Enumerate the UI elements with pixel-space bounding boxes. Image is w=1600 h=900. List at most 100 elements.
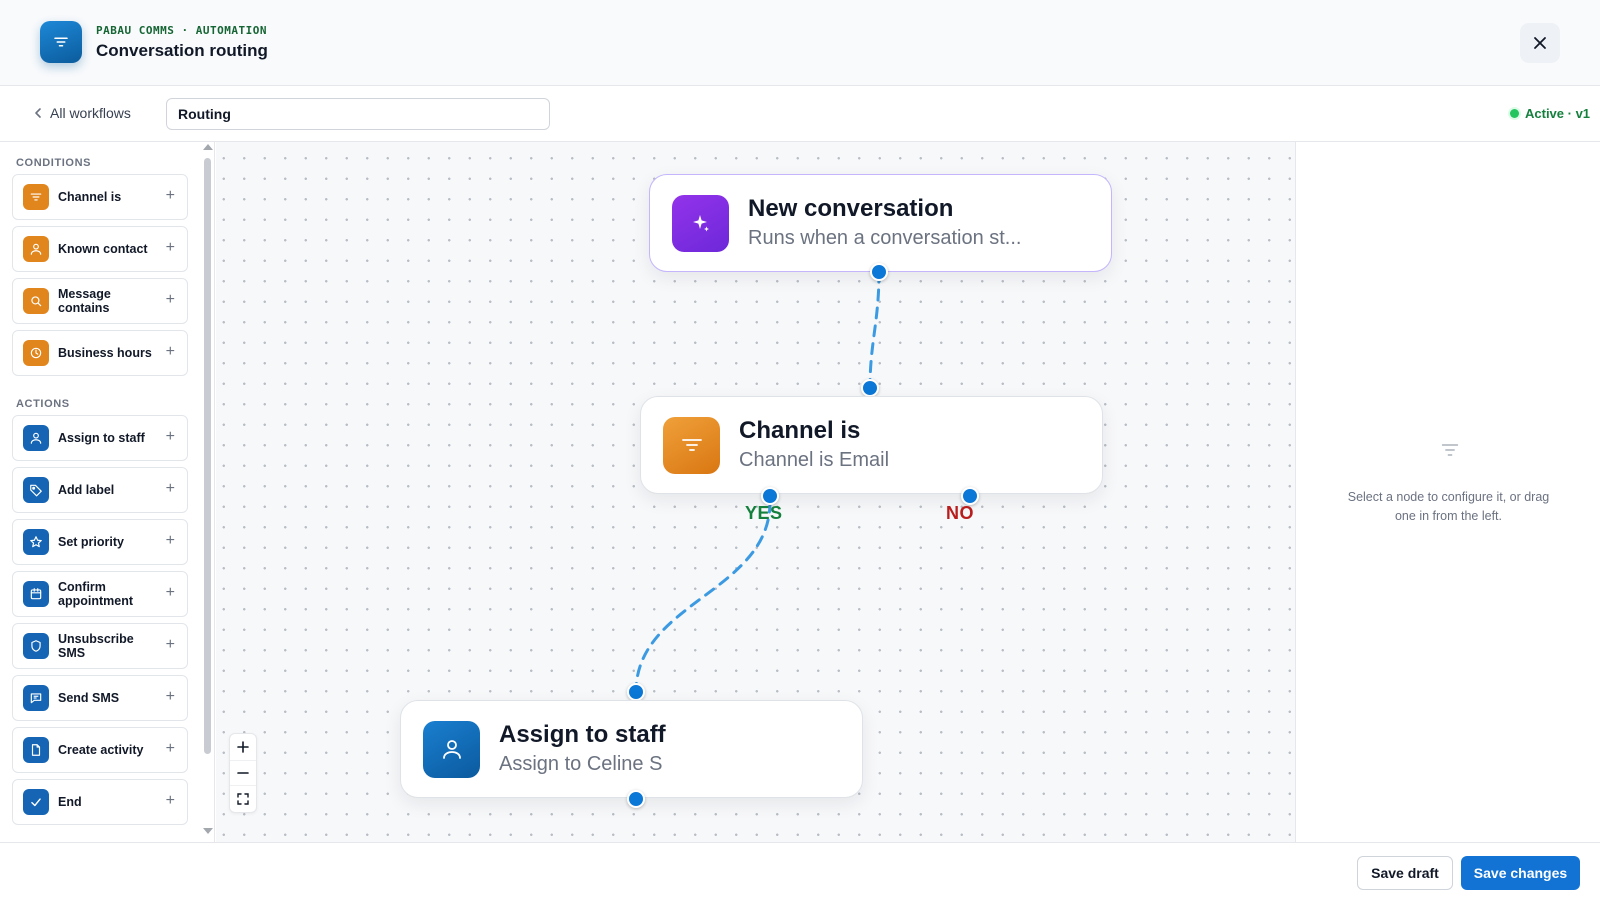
inspector-empty-hint: Select a node to configure it, or drag o… xyxy=(1347,490,1550,523)
output-port-assign[interactable] xyxy=(627,790,645,808)
clock-icon xyxy=(30,347,42,359)
workflow-toolbar: All workflows Active · v1 xyxy=(0,86,1600,142)
palette-item-label: Unsubscribe SMS xyxy=(58,632,134,660)
palette-item-create-activity[interactable]: Create activity + xyxy=(12,727,188,773)
add-icon[interactable]: + xyxy=(166,292,175,308)
add-icon[interactable]: + xyxy=(166,585,175,601)
palette-item-label: Add label xyxy=(58,483,115,497)
close-button[interactable] xyxy=(1520,23,1560,63)
node-palette: CONDITIONS Channel is + Known contact + … xyxy=(0,142,215,842)
node-subtitle: Channel is Email xyxy=(739,449,890,471)
node-assign-to-staff[interactable]: Assign to staff Assign to Celine S xyxy=(400,700,863,798)
zoom-in-button[interactable] xyxy=(230,734,256,760)
scroll-thumb[interactable] xyxy=(204,158,211,754)
palette-item-message-contains[interactable]: Message contains + xyxy=(12,278,188,324)
conditions-section-label: CONDITIONS xyxy=(16,157,92,169)
document-icon xyxy=(31,744,41,756)
palette-item-known-contact[interactable]: Known contact + xyxy=(12,226,188,272)
scroll-down-arrow[interactable] xyxy=(203,828,213,834)
branch-label-yes: YES xyxy=(745,503,783,523)
workflow-canvas[interactable]: New conversation Runs when a conversatio… xyxy=(216,142,1295,842)
branch-label-no: NO xyxy=(946,503,974,523)
add-icon[interactable]: + xyxy=(166,188,175,204)
add-icon[interactable]: + xyxy=(166,481,175,497)
palette-item-confirm-appointment[interactable]: Confirm appointment + xyxy=(12,571,188,617)
page-title: Conversation routing xyxy=(96,41,268,60)
status-badge: Active · v1 xyxy=(1510,106,1590,121)
save-changes-button[interactable]: Save changes xyxy=(1461,856,1580,890)
palette-item-assign-to-staff[interactable]: Assign to staff + xyxy=(12,415,188,461)
user-icon xyxy=(442,740,461,759)
edge-yes-to-assign[interactable] xyxy=(634,500,772,694)
palette-item-channel-is[interactable]: Channel is + xyxy=(12,174,188,220)
minus-icon xyxy=(237,772,249,774)
node-channel-is[interactable]: Channel is Channel is Email xyxy=(640,396,1103,494)
add-icon[interactable]: + xyxy=(166,344,175,360)
app-logo xyxy=(40,21,82,63)
fit-view-icon xyxy=(237,793,249,805)
app-eyebrow: PABAU COMMS · AUTOMATION xyxy=(96,24,267,37)
palette-item-label: Business hours xyxy=(58,346,152,360)
status-dot xyxy=(1510,109,1519,118)
add-icon[interactable]: + xyxy=(166,240,175,256)
workflow-name-input[interactable] xyxy=(166,98,550,130)
inspector-panel: Select a node to configure it, or drag o… xyxy=(1295,142,1600,842)
fit-view-button[interactable] xyxy=(230,786,256,812)
close-icon xyxy=(1534,37,1546,49)
shield-icon xyxy=(31,640,41,652)
palette-item-business-hours[interactable]: Business hours + xyxy=(12,330,188,376)
app-header: PABAU COMMS · AUTOMATION Conversation ro… xyxy=(0,0,1600,86)
star-icon xyxy=(30,536,42,548)
output-port-trigger[interactable] xyxy=(870,263,888,281)
chevron-left-icon xyxy=(35,108,41,118)
palette-scrollbar[interactable] xyxy=(203,142,213,842)
user-icon xyxy=(30,243,42,255)
input-port-condition[interactable] xyxy=(861,379,879,397)
search-icon xyxy=(31,296,42,307)
node-new-conversation[interactable]: New conversation Runs when a conversatio… xyxy=(649,174,1112,272)
add-icon[interactable]: + xyxy=(166,793,175,809)
zoom-controls xyxy=(229,733,257,813)
edge-trigger-to-condition[interactable] xyxy=(868,270,881,390)
add-icon[interactable]: + xyxy=(166,533,175,549)
palette-item-send-sms[interactable]: Send SMS + xyxy=(12,675,188,721)
node-subtitle: Runs when a conversation st... xyxy=(748,227,1022,249)
back-link-label: All workflows xyxy=(50,105,131,121)
plus-icon xyxy=(237,741,249,753)
tag-icon xyxy=(30,484,42,497)
calendar-icon xyxy=(30,588,42,600)
user-icon xyxy=(30,432,42,444)
add-icon[interactable]: + xyxy=(166,429,175,445)
palette-item-end[interactable]: End + xyxy=(12,779,188,825)
back-to-workflows-link[interactable]: All workflows xyxy=(34,105,131,121)
message-icon xyxy=(30,693,42,704)
footer-bar: Save draft Save changes xyxy=(0,842,1600,900)
add-icon[interactable]: + xyxy=(166,689,175,705)
palette-item-label: End xyxy=(58,795,82,809)
palette-item-label: Known contact xyxy=(58,242,148,256)
save-draft-button[interactable]: Save draft xyxy=(1357,856,1453,890)
palette-item-label: Send SMS xyxy=(58,691,120,705)
filter-icon xyxy=(1441,444,1459,456)
filter-icon xyxy=(681,439,702,451)
node-title: Assign to staff xyxy=(499,721,666,748)
palette-item-label: Message contains xyxy=(58,287,111,315)
palette-item-label: Assign to staff xyxy=(58,431,145,445)
input-port-assign[interactable] xyxy=(627,683,645,701)
scroll-up-arrow[interactable] xyxy=(203,144,213,150)
filter-icon xyxy=(54,37,68,47)
check-icon xyxy=(31,798,41,807)
palette-item-label: Create activity xyxy=(58,743,144,757)
palette-item-set-priority[interactable]: Set priority + xyxy=(12,519,188,565)
filter-icon xyxy=(30,193,42,201)
node-subtitle: Assign to Celine S xyxy=(499,753,663,775)
add-icon[interactable]: + xyxy=(166,637,175,653)
node-title: New conversation xyxy=(748,195,954,222)
palette-item-label: Set priority xyxy=(58,535,124,549)
palette-item-unsubscribe-sms[interactable]: Unsubscribe SMS + xyxy=(12,623,188,669)
palette-item-label: Channel is xyxy=(58,190,122,204)
add-icon[interactable]: + xyxy=(166,741,175,757)
status-text: Active · v1 xyxy=(1525,106,1591,121)
palette-item-add-label[interactable]: Add label + xyxy=(12,467,188,513)
zoom-out-button[interactable] xyxy=(230,760,256,786)
